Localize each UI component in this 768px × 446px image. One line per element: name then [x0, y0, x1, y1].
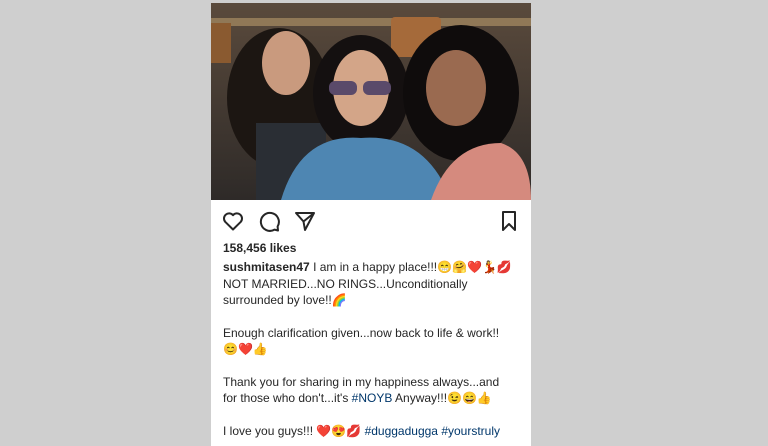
- caption-text: Anyway!!!😉😄👍: [395, 391, 492, 405]
- caption-text: 😊❤️👍: [223, 342, 268, 356]
- post-caption: sushmitasen47 I am in a happy place!!!😁🤗…: [223, 259, 523, 439]
- username-link[interactable]: sushmitasen47: [223, 260, 310, 274]
- comment-icon[interactable]: [257, 209, 281, 233]
- send-icon[interactable]: [293, 209, 317, 233]
- post-photo[interactable]: [211, 3, 531, 200]
- hashtag-link[interactable]: #duggadugga: [365, 424, 438, 438]
- caption-text: Thank you for sharing in my happiness al…: [223, 374, 500, 389]
- caption-text: for those who don't...it's: [223, 391, 349, 405]
- caption-text: surrounded by love!!🌈: [223, 293, 347, 307]
- caption-text: NOT MARRIED...NO RINGS...Unconditionally: [223, 276, 468, 291]
- hashtag-link[interactable]: #NOYB: [352, 391, 393, 405]
- bookmark-icon[interactable]: [497, 209, 521, 233]
- caption-text: I am in a happy place!!!😁🤗❤️💃💋: [313, 260, 512, 274]
- instagram-post: 158,456 likes sushmitasen47 I am in a ha…: [211, 3, 531, 446]
- heart-icon[interactable]: [221, 209, 245, 233]
- likes-count[interactable]: 158,456 likes: [223, 241, 296, 255]
- caption-text: I love you guys!!! ❤️😍💋: [223, 423, 362, 438]
- caption-text: Enough clarification given...now back to…: [223, 325, 500, 340]
- post-actions: [211, 203, 531, 239]
- hashtag-link[interactable]: #yourstruly: [441, 424, 500, 438]
